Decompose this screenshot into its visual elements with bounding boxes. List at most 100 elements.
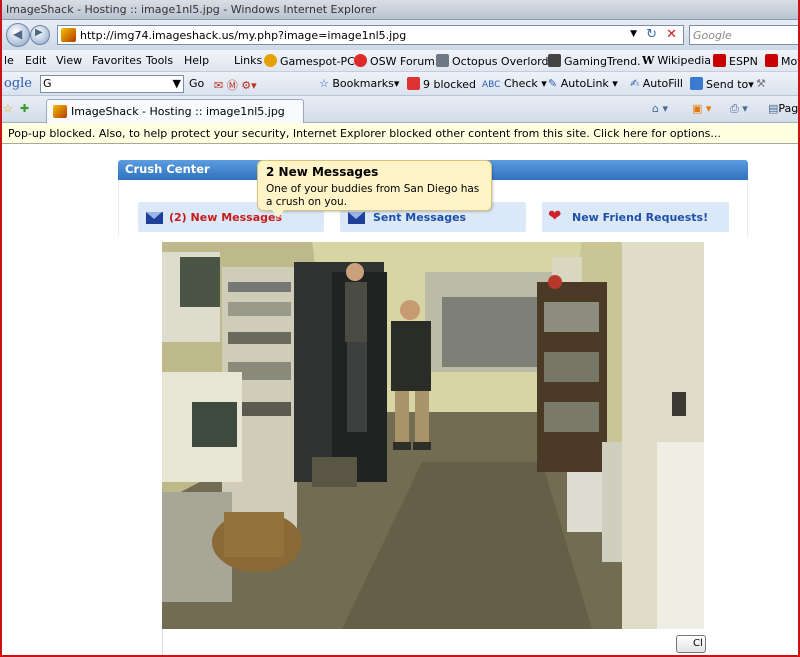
autolink-icon: ✎ [548,77,558,90]
back-button[interactable]: ◀ [6,23,30,47]
tab-title: ImageShack - Hosting :: image1nl5.jpg [71,105,285,118]
autofill-icon: ✍ [630,77,640,90]
page-menu-button[interactable]: ▤Pag [768,102,798,115]
gamespot-icon [264,54,277,67]
photo-caption-area [162,629,704,655]
menu-help[interactable]: Help [184,54,209,67]
menu-favorites[interactable]: Favorites [92,54,142,67]
feeds-icon[interactable]: ▣ ▾ [692,102,711,115]
menu-edit[interactable]: Edit [25,54,46,67]
wikipedia-icon: W [642,54,655,67]
link-osw-label: OSW Forum [370,55,435,68]
tab-favicon-icon [53,105,67,118]
tab-row: ☆ ✚ ImageShack - Hosting :: image1nl5.jp… [2,96,798,123]
autolink-button[interactable]: ✎ AutoLink ▾ [548,77,618,90]
menu-file[interactable]: le [4,54,14,67]
mot-icon [765,54,778,67]
espn-icon [713,54,726,67]
address-bar[interactable]: http://img74.imageshack.us/my.php?image=… [57,25,684,45]
refresh-icon[interactable]: ↻ [646,27,657,42]
close-button[interactable]: Cl [676,635,706,653]
address-row: ◀ ▶ http://img74.imageshack.us/my.php?im… [2,20,798,50]
browser-window: ImageShack - Hosting :: image1nl5.jpg - … [0,0,800,657]
address-dropdown-icon[interactable]: ▼ [630,29,637,39]
link-espn[interactable]: ESPN [713,54,758,68]
server-room-photo [162,242,704,629]
friend-requests-button[interactable]: ❤ New Friend Requests! [542,202,729,232]
settings-wrench-icon[interactable]: ⚒ [756,77,766,90]
link-wikipedia[interactable]: W Wikipedia [642,54,711,67]
menu-bar: le Edit View Favorites Tools Help Links … [2,50,800,72]
send-to-icon [690,77,703,90]
toolbar-tools-icons[interactable]: ✉ Ⓜ ⚙▾ [214,77,257,93]
link-gamingtrend[interactable]: GamingTrend. [548,54,641,68]
search-input[interactable]: Google [689,25,798,45]
link-octopus[interactable]: Octopus Overlords [436,54,554,68]
link-espn-label: ESPN [729,55,758,68]
popup-blocker-icon [407,77,420,90]
link-mot-label: Mot [781,55,800,68]
google-go-button[interactable]: Go [189,77,204,90]
site-favicon-icon [61,28,76,42]
home-icon[interactable]: ⌂ ▾ [652,102,668,115]
notification-bubble[interactable]: 2 New Messages One of your buddies from … [257,160,492,218]
link-osw-forum[interactable]: OSW Forum [354,54,435,68]
osw-icon [354,54,367,67]
search-placeholder: Google [693,29,732,42]
spell-check-button[interactable]: ABC Check ▾ [482,77,547,90]
popup-blocked-button[interactable]: 9 blocked [407,77,476,91]
page-content: Crush Center (2) New Messages Sent Messa… [2,144,798,655]
send-to-label: Send to [706,78,749,91]
close-button-label: Cl [693,638,703,649]
send-to-button[interactable]: Send to▾ [690,77,754,91]
heart-icon: ❤ [548,206,562,225]
crush-center-title: Crush Center [125,162,210,176]
star-icon: ☆ [319,77,329,90]
tab-imageshack[interactable]: ImageShack - Hosting :: image1nl5.jpg [46,99,304,123]
autofill-label: AutoFill [642,77,683,90]
google-toolbar: ogle G ▼ Go ✉ Ⓜ ⚙▾ ☆ Bookmarks▾ 9 blocke… [2,72,798,96]
menu-tools[interactable]: Tools [146,54,173,67]
google-search-input[interactable]: G ▼ [40,75,184,93]
link-octopus-label: Octopus Overlords [452,55,555,68]
google-search-value: G [43,77,52,90]
envelope-icon [146,212,163,224]
bookmarks-button[interactable]: ☆ Bookmarks▾ [319,77,399,90]
link-gamespot[interactable]: Gamespot-PC [264,54,355,68]
hosted-photo [162,242,704,629]
link-gamespot-label: Gamespot-PC [280,55,355,68]
window-title: ImageShack - Hosting :: image1nl5.jpg - … [6,3,377,16]
bubble-body: One of your buddies from San Diego has a… [266,183,480,208]
title-bar: ImageShack - Hosting :: image1nl5.jpg - … [2,0,798,20]
octopus-icon [436,54,449,67]
google-logo: ogle [4,76,32,91]
page-menu-label: Pag [778,102,799,115]
spellcheck-icon: ABC [482,80,501,90]
back-arrow-icon: ◀ [13,27,23,41]
favorites-star-icon[interactable]: ☆ [3,102,13,115]
autofill-button[interactable]: ✍ AutoFill [630,77,683,90]
infobar-text: Pop-up blocked. Also, to help protect yo… [8,127,721,140]
envelope-icon [348,212,365,224]
spell-check-label: Check [503,77,538,90]
link-wikipedia-label: Wikipedia [657,54,712,67]
popup-blocked-label: 9 blocked [423,78,477,91]
menu-view[interactable]: View [56,54,82,67]
forward-button[interactable]: ▶ [30,25,50,45]
forward-arrow-icon: ▶ [35,27,43,38]
add-favorites-icon[interactable]: ✚ [20,102,29,115]
sent-messages-label: Sent Messages [373,211,467,224]
autolink-label: AutoLink [560,77,609,90]
page-icon: ▤ [768,102,779,115]
google-dropdown-icon[interactable]: ▼ [173,77,181,90]
stop-icon[interactable]: ✕ [666,27,677,42]
new-messages-label: (2) New Messages [169,211,283,224]
link-gamingtrend-label: GamingTrend. [564,55,641,68]
information-bar[interactable]: Pop-up blocked. Also, to help protect yo… [2,123,798,144]
bookmarks-label: Bookmarks [332,77,394,90]
gamingtrend-icon [548,54,561,67]
links-label: Links [234,54,263,67]
print-icon[interactable]: ⎙ ▾ [730,102,748,116]
bubble-title: 2 New Messages [266,165,379,179]
link-mot[interactable]: Mot [765,54,800,68]
